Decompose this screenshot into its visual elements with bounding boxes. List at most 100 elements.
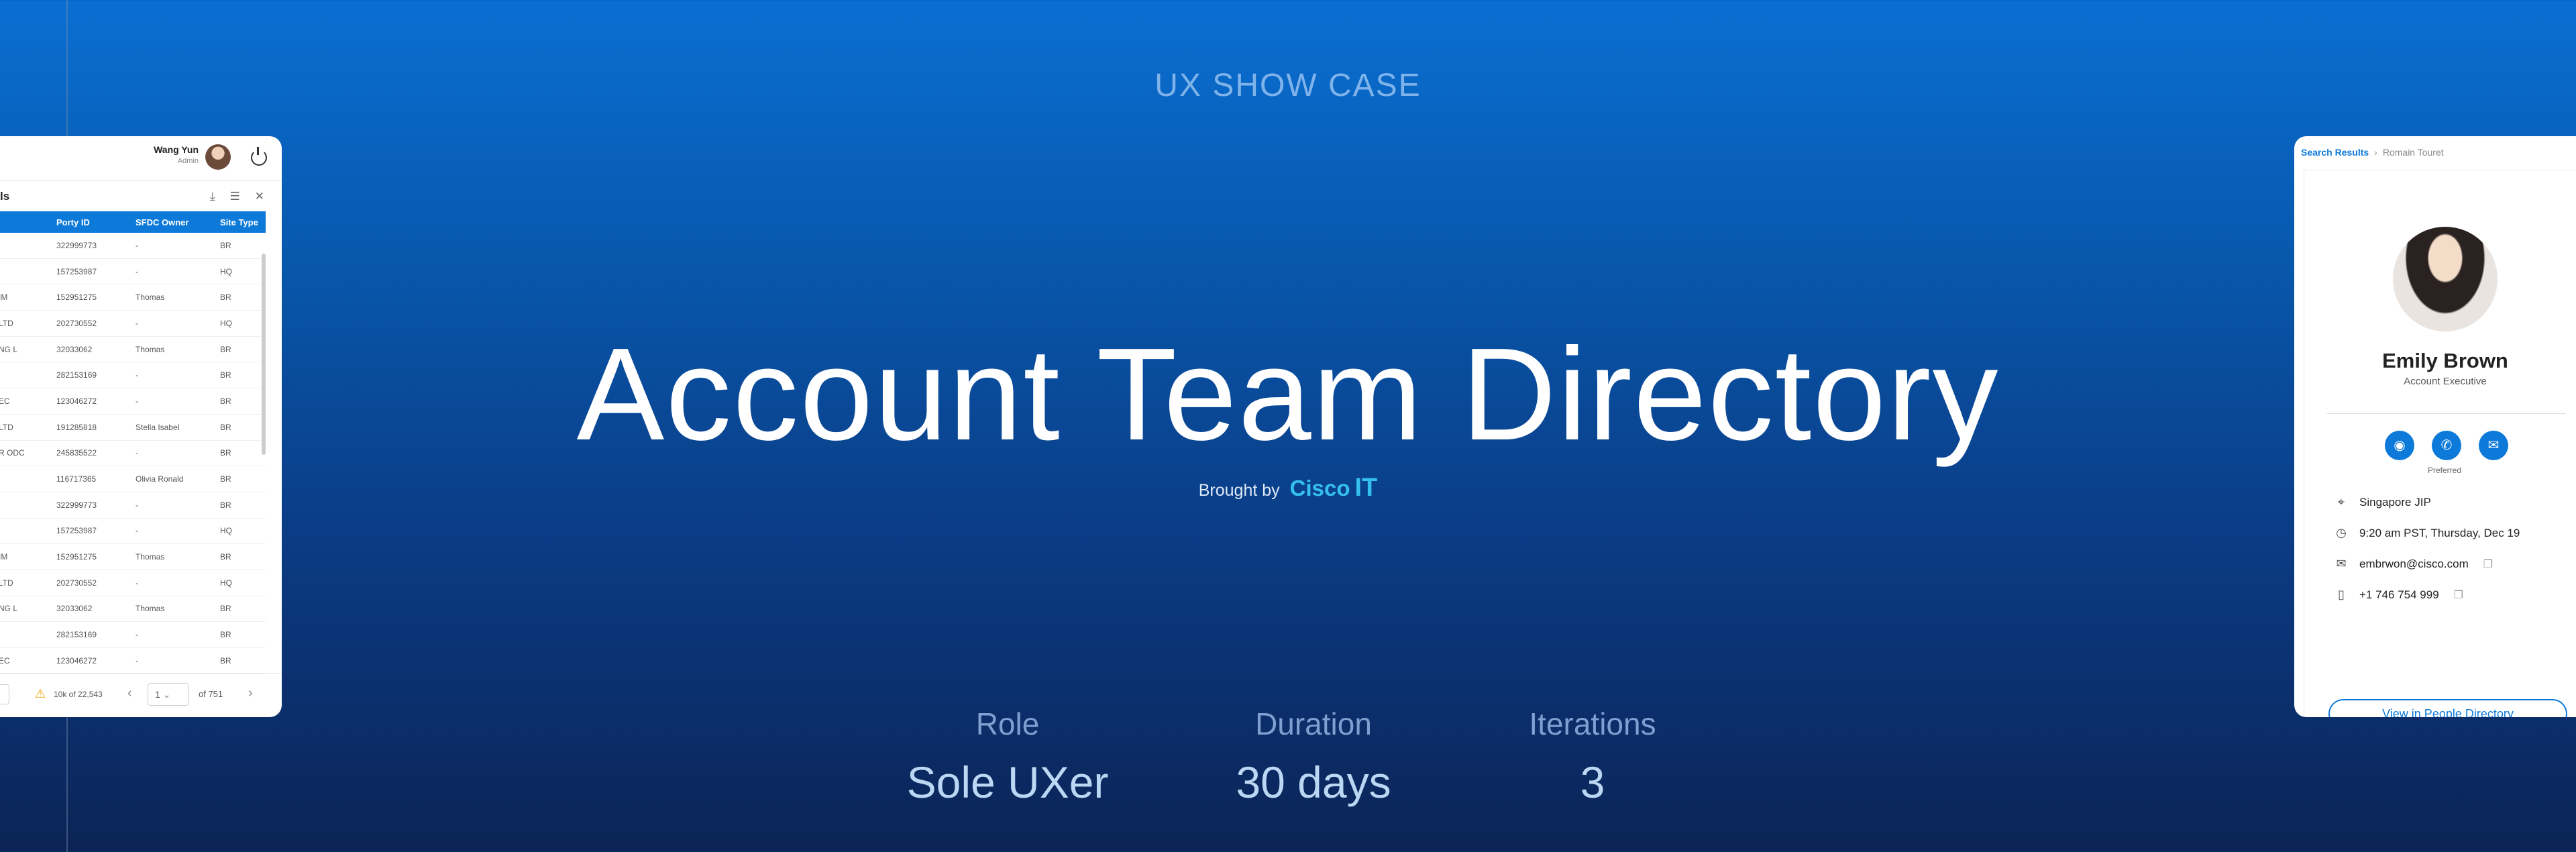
table-cell: IM [0, 292, 8, 303]
divider [0, 180, 282, 181]
stat-value: 3 [1580, 757, 1605, 807]
table-toolbar: ⤓ ☰ ✕ [210, 190, 264, 203]
table-row[interactable]: IM 152951275 Thomas BR [0, 544, 266, 570]
power-icon[interactable] [251, 147, 267, 166]
table-header: Porty ID SFDC Owner Site Type [0, 211, 266, 233]
brought-by: Brought by Cisco IT [0, 474, 2576, 502]
contact-title: Account Executive [2404, 376, 2487, 387]
brand-it: IT [1354, 474, 1378, 502]
mail-icon[interactable]: ✉ [2479, 431, 2508, 460]
stat-label: Duration [1255, 706, 1372, 741]
filter-icon[interactable]: ☰ [230, 190, 240, 203]
page-select[interactable]: 1 ⌄ [148, 683, 189, 706]
location-pin-icon: ⌖ [2337, 495, 2345, 509]
profile-panel: Emily Brown Account Executive ◉ ✆ ✉ Pref… [2304, 170, 2576, 717]
column-header-party-id[interactable]: Porty ID [56, 217, 136, 227]
table-row[interactable]: EC 123046272 - BR [0, 648, 266, 674]
mobile-phone-icon: ▯ [2338, 588, 2345, 601]
clock-icon: ◷ [2336, 526, 2347, 539]
table-cell: LTD [0, 578, 13, 588]
table-cell: 152951275 [56, 552, 97, 562]
page-title: Account Team Directory [576, 321, 2000, 468]
contact-actions: ◉ ✆ ✉ [2385, 431, 2508, 460]
email-text[interactable]: embrwon@cisco.com [2359, 557, 2469, 571]
table-row[interactable]: NG L 32033062 Thomas BR [0, 596, 266, 623]
table-cell: 32033062 [56, 604, 93, 614]
stat-duration: Duration 30 days [1173, 706, 1454, 808]
brought-by-label: Brought by [1198, 481, 1280, 500]
chevron-right-icon: › [2374, 147, 2377, 158]
table-cell: HQ [220, 266, 232, 276]
eyebrow: UX SHOW CASE [1155, 68, 1421, 103]
page-number: 1 [155, 689, 160, 700]
prev-page-icon[interactable]: ‹ [127, 686, 132, 701]
contact-name: Emily Brown [2382, 349, 2508, 372]
table-row[interactable]: 157253987 - HQ [0, 259, 266, 285]
rows-per-page-select[interactable] [0, 684, 9, 704]
column-header-sfdc-owner[interactable]: SFDC Owner [136, 217, 220, 227]
table-row[interactable]: IM 152951275 Thomas BR [0, 284, 266, 311]
table-cell: Thomas [136, 552, 165, 562]
table-cell: BR [220, 240, 231, 250]
table-cell: BR [220, 604, 231, 614]
profile-photo [2393, 227, 2498, 331]
breadcrumb-search-results[interactable]: Search Results [2301, 147, 2369, 158]
contact-detail-card: Search Results › Romain Touret Emily Brown… [2294, 136, 2576, 717]
table-row[interactable]: 157253987 - HQ [0, 519, 266, 545]
table-cell: BR [220, 292, 231, 303]
table-cell: - [136, 655, 138, 665]
stat-label: Role [975, 706, 1040, 741]
table-row[interactable]: 322999773 - BR [0, 233, 266, 259]
table-cell: - [136, 266, 138, 276]
table-cell: IM [0, 552, 8, 562]
table-cell: HQ [220, 526, 232, 536]
table-cell: 157253987 [56, 526, 97, 536]
phone-text[interactable]: +1 746 754 999 [2359, 588, 2439, 602]
location-text: Singapore JIP [2359, 495, 2431, 509]
view-in-people-directory-button[interactable]: View in People Directory [2328, 699, 2567, 717]
table-cell: - [136, 578, 138, 588]
close-icon[interactable]: ✕ [255, 190, 264, 203]
brand-cisco: Cisco [1289, 476, 1350, 500]
total-pages: of 751 [199, 689, 223, 699]
table-cell: BR [220, 630, 231, 640]
table-cell: BR [220, 655, 231, 665]
table-cell: - [136, 240, 138, 250]
user-role: Admin [177, 157, 199, 165]
breadcrumb-current: Romain Touret [2382, 147, 2444, 158]
next-page-icon[interactable]: › [248, 686, 253, 701]
table-cell: NG L [0, 604, 18, 614]
table-cell: 202730552 [56, 578, 97, 588]
row-count: 10k of 22,543 [54, 690, 103, 699]
copy-icon[interactable]: ❐ [2454, 588, 2463, 602]
copy-icon[interactable]: ❐ [2483, 557, 2493, 571]
phone-icon[interactable]: ✆ [2432, 431, 2461, 460]
stat-iterations: Iterations 3 [1452, 706, 1733, 808]
user-name: Wang Yun [154, 144, 199, 155]
webex-icon[interactable]: ◉ [2385, 431, 2414, 460]
envelope-icon: ✉ [2336, 557, 2347, 570]
table-cell: BR [220, 552, 231, 562]
time-row: ◷ 9:20 am PST, Thursday, Dec 19 [2334, 526, 2520, 540]
table-row[interactable]: 282153169 - BR [0, 622, 266, 648]
column-header-site-type[interactable]: Site Type [220, 217, 266, 227]
avatar[interactable] [205, 144, 231, 170]
table-cell: EC [0, 655, 10, 665]
download-icon[interactable]: ⤓ [210, 190, 215, 203]
table-footer: ⚠ 10k of 22,543 ‹ 1 ⌄ of 751 › [0, 673, 282, 713]
stat-label: Iterations [1529, 706, 1656, 741]
table-row[interactable]: LTD 202730552 - HQ [0, 570, 266, 596]
table-cell: - [136, 630, 138, 640]
breadcrumb: Search Results › Romain Touret [2301, 147, 2444, 158]
table-cell: 157253987 [56, 266, 97, 276]
table-cell: 322999773 [56, 240, 97, 250]
table-cell: HQ [220, 578, 232, 588]
stat-value: 30 days [1236, 757, 1391, 807]
table-cell: Thomas [136, 292, 165, 303]
user-info: Wang Yun Admin [154, 144, 199, 165]
table-cell: 282153169 [56, 630, 97, 640]
table-cell: 123046272 [56, 655, 97, 665]
email-row: ✉ embrwon@cisco.com ❐ [2334, 557, 2493, 571]
chevron-down-icon: ⌄ [162, 689, 171, 700]
panel-title: ls [0, 190, 10, 203]
